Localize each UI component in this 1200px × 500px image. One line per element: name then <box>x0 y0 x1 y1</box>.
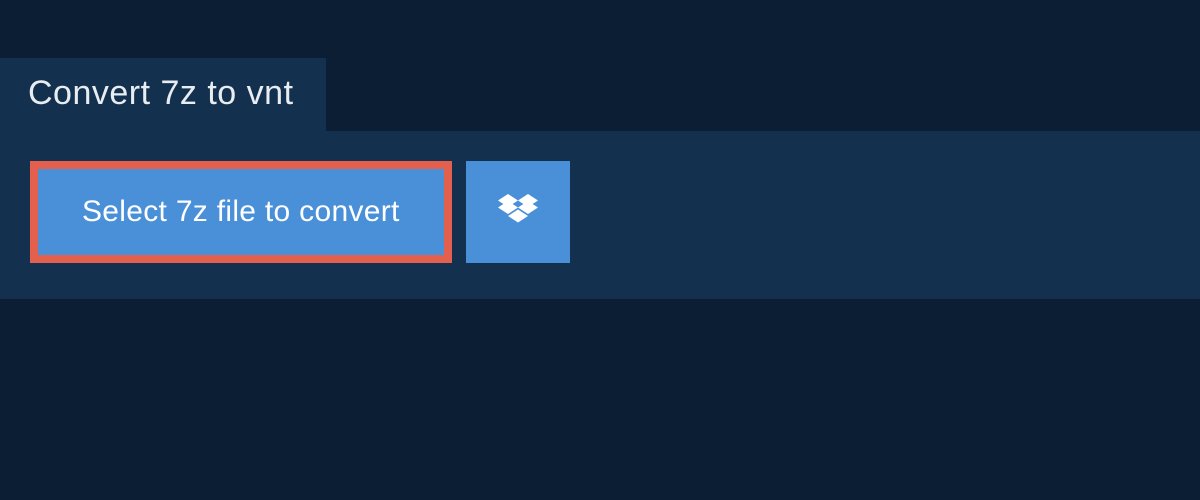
select-file-button[interactable]: Select 7z file to convert <box>30 161 452 263</box>
tab-title: Convert 7z to vnt <box>28 74 294 112</box>
select-file-label: Select 7z file to convert <box>82 195 400 229</box>
dropbox-icon <box>498 194 538 230</box>
dropbox-button[interactable] <box>466 161 570 263</box>
convert-panel: Select 7z file to convert <box>0 131 1200 299</box>
tab-convert-7z-to-vnt[interactable]: Convert 7z to vnt <box>0 58 326 131</box>
file-select-row: Select 7z file to convert <box>30 161 1170 263</box>
tab-bar: Convert 7z to vnt <box>0 0 1200 131</box>
